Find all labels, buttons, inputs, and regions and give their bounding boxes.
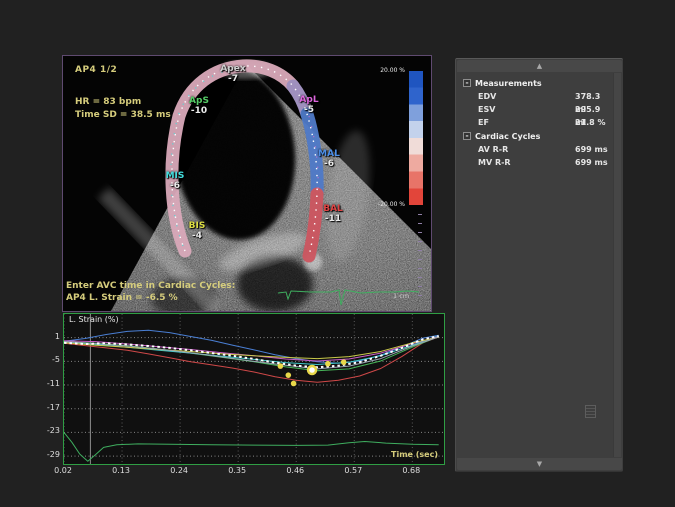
section-title: Cardiac Cycles: [475, 132, 540, 141]
global-strain-text: AP4 L. Strain = -6.5 %: [66, 293, 178, 303]
peak-marker-ring: [308, 366, 316, 374]
scroll-down-button[interactable]: ▼: [457, 458, 622, 470]
segment-label-mis: MIS-6: [166, 171, 185, 191]
segment-strain-value: -6: [166, 181, 185, 191]
y-tick-label: -29: [36, 450, 60, 459]
x-tick-label: 0.02: [50, 466, 76, 475]
x-tick-label: 0.13: [108, 466, 134, 475]
colorbar-max-label: 20.00 %: [361, 67, 405, 74]
strain-chart-svg: [64, 314, 444, 464]
peak-marker-dot: [278, 363, 284, 369]
segment-strain-value: -4: [189, 231, 206, 241]
segment-strain-value: -6: [318, 159, 340, 169]
segment-name: ApS: [189, 96, 209, 106]
y-tick-label: -11: [36, 379, 60, 388]
segment-name: Apex: [220, 64, 245, 74]
measurements-panel: ▲ -MeasurementsEDV378.3 mlESV295.9 mlEF2…: [455, 58, 623, 472]
series-aps: [64, 337, 439, 371]
peak-marker-dot: [291, 381, 297, 387]
x-tick-label: 0.24: [166, 466, 192, 475]
peak-marker-dot: [286, 372, 292, 378]
measurement-value: 21.8 %: [575, 116, 606, 129]
measurement-value: 699 ms: [575, 156, 608, 169]
measurement-row: ESV295.9 ml: [463, 103, 609, 116]
segment-strain-value: -10: [189, 106, 209, 116]
heart-rate-text: HR = 83 bpm: [75, 97, 141, 107]
measurement-row: AV R-R 699 ms: [463, 143, 609, 156]
section-header-0[interactable]: -Measurements: [463, 76, 609, 90]
peak-marker-dot: [341, 359, 347, 365]
depth-ruler: [418, 214, 422, 298]
ultrasound-sector-image: [63, 56, 431, 311]
segment-label-mal: MAL-6: [318, 149, 340, 169]
measurement-value: 699 ms: [575, 143, 608, 156]
scroll-down-icon: ▼: [537, 460, 542, 468]
segment-label-bal: BAL-11: [323, 204, 343, 224]
segment-name: MAL: [318, 149, 340, 159]
series-average: [64, 336, 439, 367]
scroll-up-button[interactable]: ▲: [457, 60, 622, 72]
series-ecg: [64, 432, 439, 461]
x-axis-label: Time (sec): [391, 450, 438, 459]
segment-name: MIS: [166, 171, 185, 181]
segment-label-bis: BIS-4: [189, 221, 206, 241]
x-tick-label: 0.68: [398, 466, 424, 475]
time-sd-text: Time SD = 38.5 ms: [75, 110, 171, 120]
series-apl: [64, 337, 439, 362]
x-tick-label: 0.35: [224, 466, 250, 475]
y-tick-label: -23: [36, 426, 60, 435]
segment-name: ApL: [299, 95, 318, 105]
chart-title: L. Strain (%): [69, 315, 119, 324]
segment-strain-value: -5: [299, 105, 318, 115]
x-tick-label: 0.46: [282, 466, 308, 475]
scroll-up-icon: ▲: [537, 62, 542, 70]
measurement-label: EF: [478, 118, 489, 127]
notes-icon: [585, 405, 596, 418]
segment-label-apex: Apex-7: [220, 64, 245, 84]
measurement-label: AV R-R: [478, 145, 508, 154]
y-tick-label: 1: [36, 332, 60, 341]
echopac-screen: { "echo": { "label": "AP4 1/2", "hr": "H…: [0, 0, 675, 507]
measurements-list: -MeasurementsEDV378.3 mlESV295.9 mlEF21.…: [463, 76, 609, 169]
measurement-label: MV R-R: [478, 158, 511, 167]
y-tick-label: -17: [36, 403, 60, 412]
segment-label-apl: ApL-5: [299, 95, 318, 115]
strain-colorbar: [409, 71, 423, 205]
measurement-row: MV R-R 699 ms: [463, 156, 609, 169]
measurement-row: EDV378.3 ml: [463, 90, 609, 103]
segment-strain-value: -7: [220, 74, 245, 84]
view-label: AP4 1/2: [75, 65, 117, 75]
measurement-label: EDV: [478, 92, 496, 101]
avc-prompt-text: Enter AVC time in Cardiac Cycles:: [66, 281, 235, 291]
y-tick-label: -5: [36, 355, 60, 364]
scrollbar-track[interactable]: [613, 73, 621, 457]
segment-name: BIS: [189, 221, 206, 231]
segment-strain-value: -11: [323, 214, 343, 224]
collapse-icon[interactable]: -: [463, 132, 471, 140]
segment-label-aps: ApS-10: [189, 96, 209, 116]
section-header-1[interactable]: -Cardiac Cycles: [463, 129, 609, 143]
collapse-icon[interactable]: -: [463, 79, 471, 87]
strain-chart-panel: [63, 313, 445, 465]
segment-name: BAL: [323, 204, 343, 214]
x-tick-label: 0.57: [340, 466, 366, 475]
section-title: Measurements: [475, 79, 542, 88]
colorbar-min-label: -20.00 %: [357, 201, 405, 208]
measurement-label: ESV: [478, 105, 495, 114]
ultrasound-image-panel: AP4 1/2 HR = 83 bpm Time SD = 38.5 ms En…: [62, 55, 432, 312]
measurement-row: EF 21.8 %: [463, 116, 609, 129]
scale-label: 1 cm: [393, 292, 409, 300]
peak-marker-dot: [325, 361, 331, 367]
